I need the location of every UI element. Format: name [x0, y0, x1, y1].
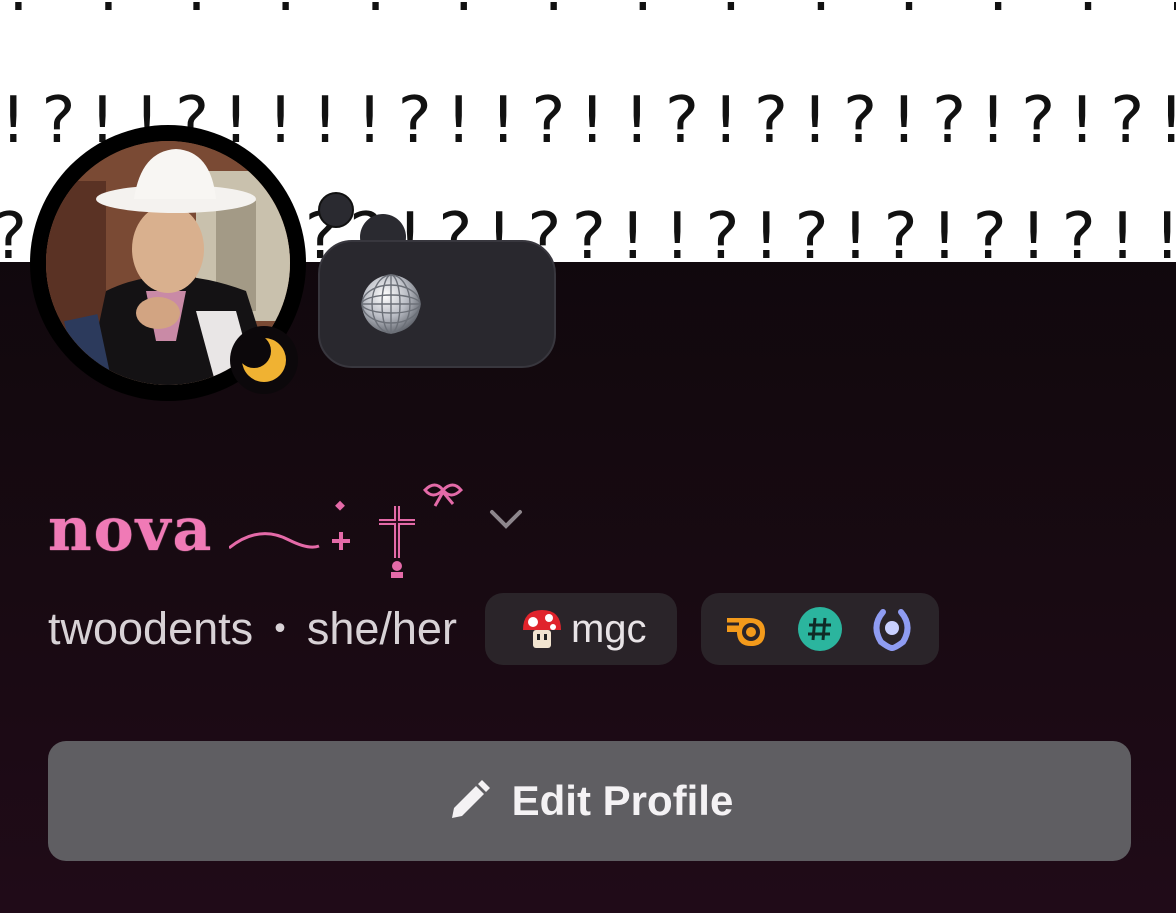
username: twoodents: [48, 603, 254, 654]
chevron-down-icon[interactable]: [488, 506, 524, 534]
server-tag[interactable]: mgc: [484, 593, 677, 665]
laurel-icon[interactable]: [869, 606, 915, 652]
mushroom-icon: [522, 610, 561, 648]
edit-profile-button[interactable]: Edit Profile: [48, 741, 1131, 861]
hashtag-icon[interactable]: [797, 606, 843, 652]
moon-icon: [240, 336, 286, 382]
server-tag-label: mgc: [570, 606, 647, 651]
display-name-row: nova: [48, 480, 479, 580]
display-name: nova: [48, 495, 214, 565]
badge-list: [700, 593, 939, 665]
profile-subtitle: twoodents • she/her mgc: [48, 592, 939, 666]
separator: •: [271, 611, 289, 647]
pronouns: she/her: [306, 603, 457, 654]
cross-decoration-icon: [229, 483, 464, 578]
disco-ball-icon: [361, 274, 421, 334]
hypesquad-icon[interactable]: [725, 606, 771, 652]
edit-profile-label: Edit Profile: [511, 777, 734, 824]
status-bubble-dot: [318, 192, 354, 228]
custom-status-bubble[interactable]: [318, 240, 556, 368]
banner-pattern-row: ? ! ? ? ! ? ! ! ? ! ? ? ! ! ? ! ! ? ! ? …: [0, 0, 1176, 26]
pencil-icon: [451, 780, 490, 818]
